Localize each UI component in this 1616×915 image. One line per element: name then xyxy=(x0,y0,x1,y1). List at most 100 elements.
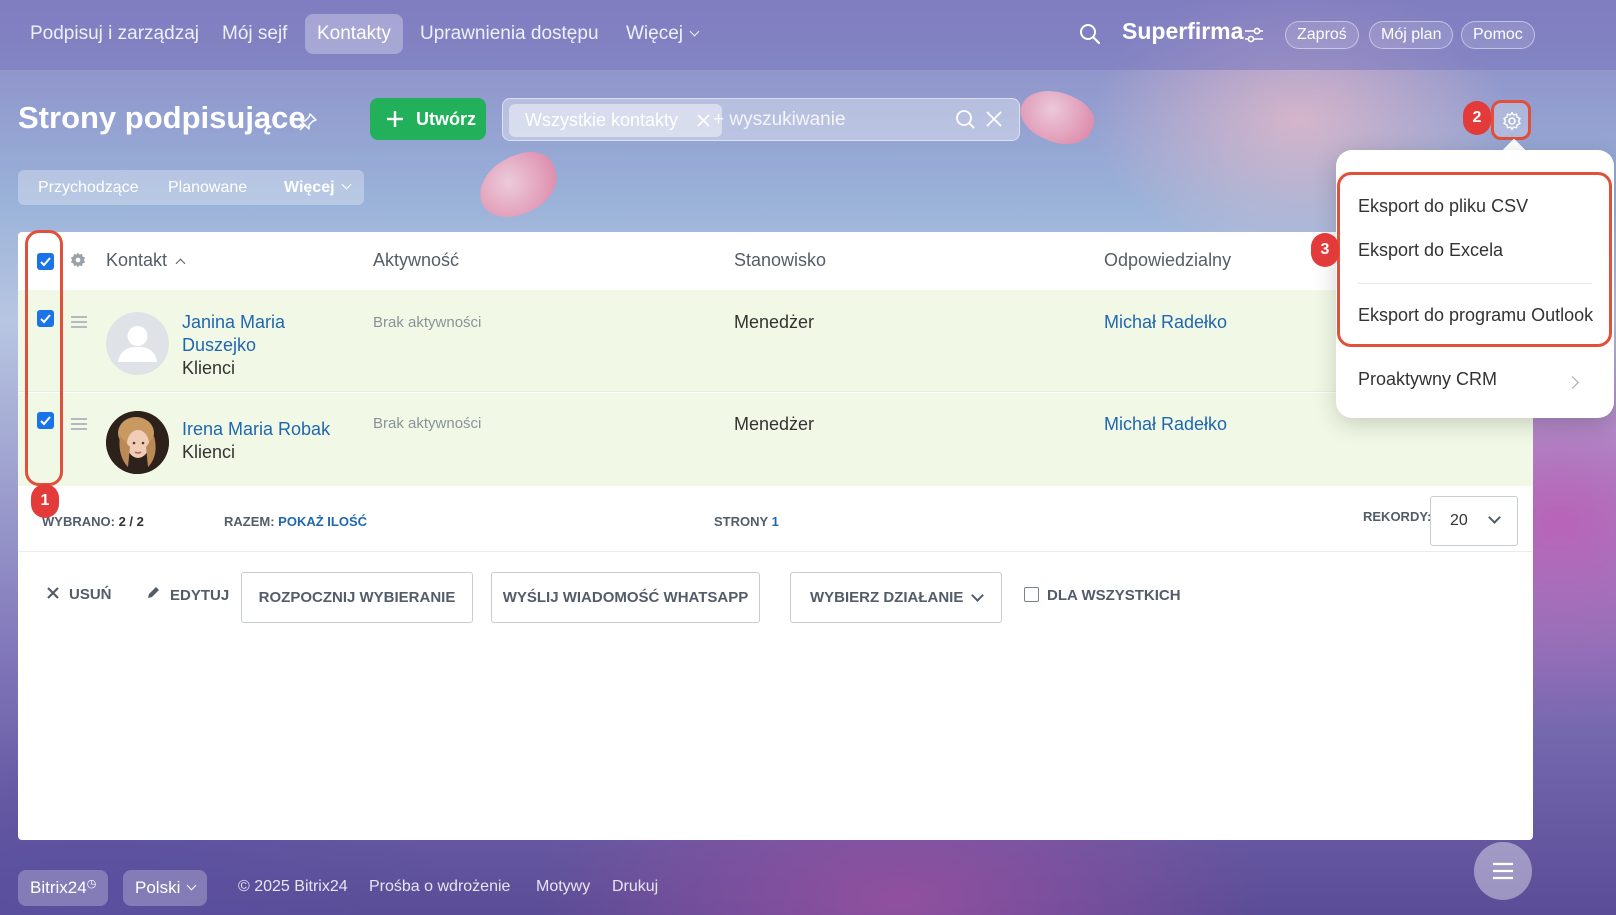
search-clear-icons[interactable] xyxy=(947,109,1007,131)
footer-link-themes[interactable]: Motywy xyxy=(536,878,590,896)
language-label: Polski xyxy=(135,878,181,897)
user-photo xyxy=(106,411,169,474)
records-label: REKORDY: xyxy=(1363,509,1432,524)
my-plan-button[interactable]: Mój plan xyxy=(1369,21,1454,49)
list-icon xyxy=(1493,862,1513,880)
drag-handle-icon[interactable] xyxy=(70,417,88,431)
group-actions-bar: USUŃ EDYTUJ ROZPOCZNIJ WYBIERANIE WYŚLIJ… xyxy=(18,552,1533,632)
show-count-link[interactable]: POKAŻ ILOŚĆ xyxy=(278,514,367,529)
page-link[interactable]: 1 xyxy=(772,514,779,529)
menu-item-proactive-crm[interactable]: Proaktywny CRM xyxy=(1358,369,1497,390)
column-header-position[interactable]: Stanowisko xyxy=(734,250,826,271)
choose-action-select[interactable]: WYBIERZ DZIAŁANIE xyxy=(790,572,1002,623)
chevron-right-icon xyxy=(1566,376,1579,389)
bitrix24-logo-button[interactable]: Bitrix24◷ xyxy=(18,870,109,906)
activity-cell: Brak aktywności xyxy=(373,314,482,331)
close-icon[interactable] xyxy=(697,114,710,127)
page-title: Strony podpisujące xyxy=(18,100,306,135)
column-header-responsible[interactable]: Odpowiedzialny xyxy=(1104,250,1231,271)
step-badge-3: 3 xyxy=(1311,233,1339,267)
company-name[interactable]: Superfirma xyxy=(1122,18,1243,45)
records-value: 20 xyxy=(1450,512,1468,529)
activity-cell: Brak aktywności xyxy=(373,415,482,432)
highlight-checkboxes xyxy=(25,230,63,486)
column-header-contact[interactable]: Kontakt xyxy=(106,250,186,271)
contact-type: Klienci xyxy=(182,358,236,378)
column-header-activity[interactable]: Aktywność xyxy=(373,250,459,271)
drag-handle-icon[interactable] xyxy=(70,315,88,329)
table-footer: WYBRANO: 2 / 2 RAZEM: POKAŻ ILOŚĆ STRONY… xyxy=(18,486,1533,552)
subtab-label: Więcej xyxy=(284,179,335,196)
top-navigation-bar: Podpisuj i zarządzaj Mój sejf Kontakty U… xyxy=(0,0,1616,70)
subtabs-bar: Przychodzące Planowane Więcej xyxy=(18,170,364,205)
search-icon[interactable] xyxy=(1078,22,1102,46)
filter-search-box[interactable]: Wszystkie kontakty + wyszukiwanie xyxy=(502,98,1020,141)
filter-chip-label: Wszystkie kontakty xyxy=(525,110,679,130)
avatar[interactable] xyxy=(106,312,169,375)
highlight-export-options xyxy=(1337,172,1612,347)
table-row[interactable]: Janina Maria Duszejko Klienci Brak aktywn… xyxy=(18,290,1533,392)
pencil-icon xyxy=(148,587,159,598)
edit-label: EDYTUJ xyxy=(170,587,230,604)
delete-label: USUŃ xyxy=(69,586,112,603)
user-placeholder-icon xyxy=(118,326,157,362)
contact-name-link[interactable]: Irena Maria Robak xyxy=(182,418,330,441)
position-cell: Menedżer xyxy=(734,312,815,332)
for-all-checkbox[interactable] xyxy=(1024,587,1039,602)
responsible-link[interactable]: Michał Radełko xyxy=(1104,414,1227,435)
responsible-link[interactable]: Michał Radełko xyxy=(1104,312,1227,333)
sliders-icon[interactable] xyxy=(1244,26,1264,44)
close-icon xyxy=(47,587,59,599)
chevron-down-icon xyxy=(971,589,984,602)
subtab-incoming[interactable]: Przychodzące xyxy=(38,170,139,205)
send-whatsapp-button[interactable]: WYŚLIJ WIADOMOŚĆ WHATSAPP xyxy=(491,572,760,623)
settings-button[interactable] xyxy=(1491,100,1531,140)
step-badge-2: 2 xyxy=(1463,101,1491,135)
contact-name-link[interactable]: Janina Maria Duszejko xyxy=(182,311,285,357)
edit-button[interactable]: EDYTUJ xyxy=(146,586,229,604)
invite-button[interactable]: Zaproś xyxy=(1285,21,1359,49)
help-button[interactable]: Pomoc xyxy=(1461,21,1535,49)
selected-label: WYBRANO: xyxy=(42,514,115,529)
gear-icon xyxy=(1503,111,1521,131)
petal-decoration xyxy=(470,144,566,226)
pin-icon[interactable] xyxy=(298,112,318,132)
nav-item-label: Kontakty xyxy=(317,23,391,44)
selected-value: 2 / 2 xyxy=(118,514,144,529)
contact-type: Klienci xyxy=(182,442,236,462)
language-select[interactable]: Polski xyxy=(123,870,208,906)
start-dialing-button[interactable]: ROZPOCZNIJ WYBIERANIE xyxy=(241,572,473,623)
filter-chip-all-contacts[interactable]: Wszystkie kontakty xyxy=(509,104,723,137)
chevron-down-icon xyxy=(1488,511,1501,524)
contacts-table-panel: Kontakt Aktywność Stanowisko Odpowiedzia… xyxy=(18,232,1533,840)
nav-item-my-vault[interactable]: Mój sejf xyxy=(210,14,299,54)
gear-icon[interactable] xyxy=(69,251,87,269)
footer-link-implementation-request[interactable]: Prośba o wdrożenie xyxy=(369,878,510,896)
copyright: © 2025 Bitrix24 xyxy=(238,878,348,895)
clock-icon: ◷ xyxy=(86,878,97,890)
floating-menu-button[interactable] xyxy=(1474,842,1532,900)
nav-item-more[interactable]: Więcej xyxy=(614,14,710,54)
choose-action-label: WYBIERZ DZIAŁANIE xyxy=(810,589,964,606)
nav-item-contacts[interactable]: Kontakty xyxy=(305,14,403,54)
nav-item-label: Uprawnienia dostępu xyxy=(420,23,599,44)
position-cell: Menedżer xyxy=(734,414,815,434)
records-per-page-select[interactable]: 20 xyxy=(1430,496,1518,546)
total-label: RAZEM: xyxy=(224,514,275,529)
nav-item-sign-and-manage[interactable]: Podpisuj i zarządzaj xyxy=(18,14,211,54)
table-row[interactable]: Irena Maria Robak Klienci Brak aktywnośc… xyxy=(18,393,1533,486)
column-label: Kontakt xyxy=(106,250,168,270)
delete-button[interactable]: USUŃ xyxy=(47,586,112,603)
pages-indicator: STRONY 1 xyxy=(714,514,779,529)
subtab-more[interactable]: Więcej xyxy=(284,170,351,205)
pages-label: STRONY xyxy=(714,514,768,529)
nav-item-access-permissions[interactable]: Uprawnienia dostępu xyxy=(408,14,611,54)
plus-icon xyxy=(387,111,403,127)
avatar[interactable] xyxy=(106,411,169,474)
footer-link-print[interactable]: Drukuj xyxy=(612,878,658,896)
search-input[interactable]: + wyszukiwanie xyxy=(713,99,846,140)
for-all-label: DLA WSZYSTKICH xyxy=(1047,587,1181,604)
create-button[interactable]: Utwórz xyxy=(370,98,486,140)
subtab-planned[interactable]: Planowane xyxy=(168,170,247,205)
create-button-label: Utwórz xyxy=(416,109,476,129)
